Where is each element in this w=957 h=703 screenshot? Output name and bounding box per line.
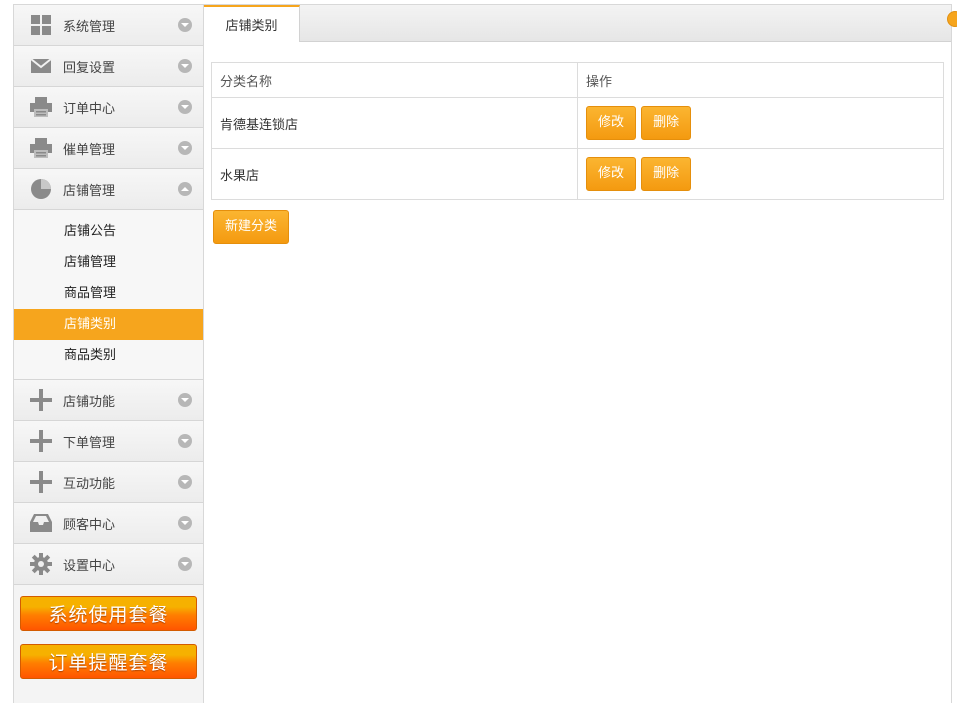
submenu-item-store-manage[interactable]: 店铺管理 xyxy=(14,247,203,278)
nav-label: 订单中心 xyxy=(63,101,116,117)
tab-bar: 店铺类别 xyxy=(204,5,957,42)
table-row: 水果店 修改 删除 xyxy=(211,148,944,200)
actions-cell: 修改 删除 xyxy=(577,97,944,149)
nav-label: 顾客中心 xyxy=(63,517,116,533)
delete-button[interactable]: 删除 xyxy=(641,157,692,191)
printer-icon xyxy=(29,95,53,119)
nav-label: 设置中心 xyxy=(63,558,116,574)
plus-icon xyxy=(29,470,53,494)
nav-label: 店铺功能 xyxy=(63,394,116,410)
plus-icon xyxy=(29,388,53,412)
inbox-icon xyxy=(29,511,53,535)
submenu-item-product-category[interactable]: 商品类别 xyxy=(14,340,203,371)
chevron-down-icon[interactable] xyxy=(178,516,192,530)
gear-icon xyxy=(29,552,53,576)
chevron-down-icon[interactable] xyxy=(178,393,192,407)
main-panel: 店铺类别 分类名称 操作 肯德基连锁店 修改 删除 水果店 修改 删除 新建分类 xyxy=(204,4,957,703)
nav-label: 互动功能 xyxy=(63,476,116,492)
corner-indicator xyxy=(947,11,957,27)
chevron-down-icon[interactable] xyxy=(178,18,192,32)
chevron-up-icon[interactable] xyxy=(178,182,192,196)
chevron-down-icon[interactable] xyxy=(178,100,192,114)
chevron-down-icon[interactable] xyxy=(178,475,192,489)
column-header-actions: 操作 xyxy=(577,62,944,98)
nav-item-store-management[interactable]: 店铺管理 xyxy=(14,169,203,210)
nav-item-store-features[interactable]: 店铺功能 xyxy=(14,380,203,421)
edit-button[interactable]: 修改 xyxy=(586,157,637,191)
submenu-store: 店铺公告 店铺管理 商品管理 店铺类别 商品类别 xyxy=(14,210,203,380)
tab-store-category[interactable]: 店铺类别 xyxy=(204,5,300,42)
nav-item-customers[interactable]: 顾客中心 xyxy=(14,503,203,544)
pie-chart-icon xyxy=(29,177,53,201)
category-table: 分类名称 操作 肯德基连锁店 修改 删除 水果店 修改 删除 xyxy=(211,62,944,200)
nav-item-system[interactable]: 系统管理 xyxy=(14,5,203,46)
nav-label: 回复设置 xyxy=(63,60,116,76)
submenu-item-product-manage[interactable]: 商品管理 xyxy=(14,278,203,309)
chevron-down-icon[interactable] xyxy=(178,557,192,571)
nav-label: 下单管理 xyxy=(63,435,116,451)
actions-cell: 修改 删除 xyxy=(577,148,944,200)
category-name-cell: 水果店 xyxy=(211,148,578,200)
submenu-item-store-notice[interactable]: 店铺公告 xyxy=(14,216,203,247)
table-header-row: 分类名称 操作 xyxy=(211,62,944,98)
column-header-name: 分类名称 xyxy=(211,62,578,98)
nav-item-settings[interactable]: 设置中心 xyxy=(14,544,203,585)
system-package-button[interactable]: 系统使用套餐 xyxy=(20,596,197,631)
printer-icon xyxy=(29,136,53,160)
table-row: 肯德基连锁店 修改 删除 xyxy=(211,97,944,149)
nav-item-reply[interactable]: 回复设置 xyxy=(14,46,203,87)
chevron-down-icon[interactable] xyxy=(178,59,192,73)
plus-icon xyxy=(29,429,53,453)
edit-button[interactable]: 修改 xyxy=(586,106,637,140)
chevron-down-icon[interactable] xyxy=(178,141,192,155)
new-category-button[interactable]: 新建分类 xyxy=(213,210,290,244)
nav-label: 店铺管理 xyxy=(63,183,116,199)
nav-item-orders[interactable]: 订单中心 xyxy=(14,87,203,128)
nav-item-interaction[interactable]: 互动功能 xyxy=(14,462,203,503)
nav-item-reminders[interactable]: 催单管理 xyxy=(14,128,203,169)
category-name-cell: 肯德基连锁店 xyxy=(211,97,578,149)
chevron-down-icon[interactable] xyxy=(178,434,192,448)
sidebar: 系统管理 回复设置 订单中心 催单管理 店铺管理 店铺公告 店铺管理 商品管理 … xyxy=(13,4,204,703)
nav-label: 系统管理 xyxy=(63,19,116,35)
order-reminder-package-button[interactable]: 订单提醒套餐 xyxy=(20,644,197,679)
nav-item-order-placement[interactable]: 下单管理 xyxy=(14,421,203,462)
submenu-item-store-category[interactable]: 店铺类别 xyxy=(14,309,203,340)
nav-label: 催单管理 xyxy=(63,142,116,158)
delete-button[interactable]: 删除 xyxy=(641,106,692,140)
grid-icon xyxy=(29,13,53,37)
mail-icon xyxy=(29,54,53,78)
